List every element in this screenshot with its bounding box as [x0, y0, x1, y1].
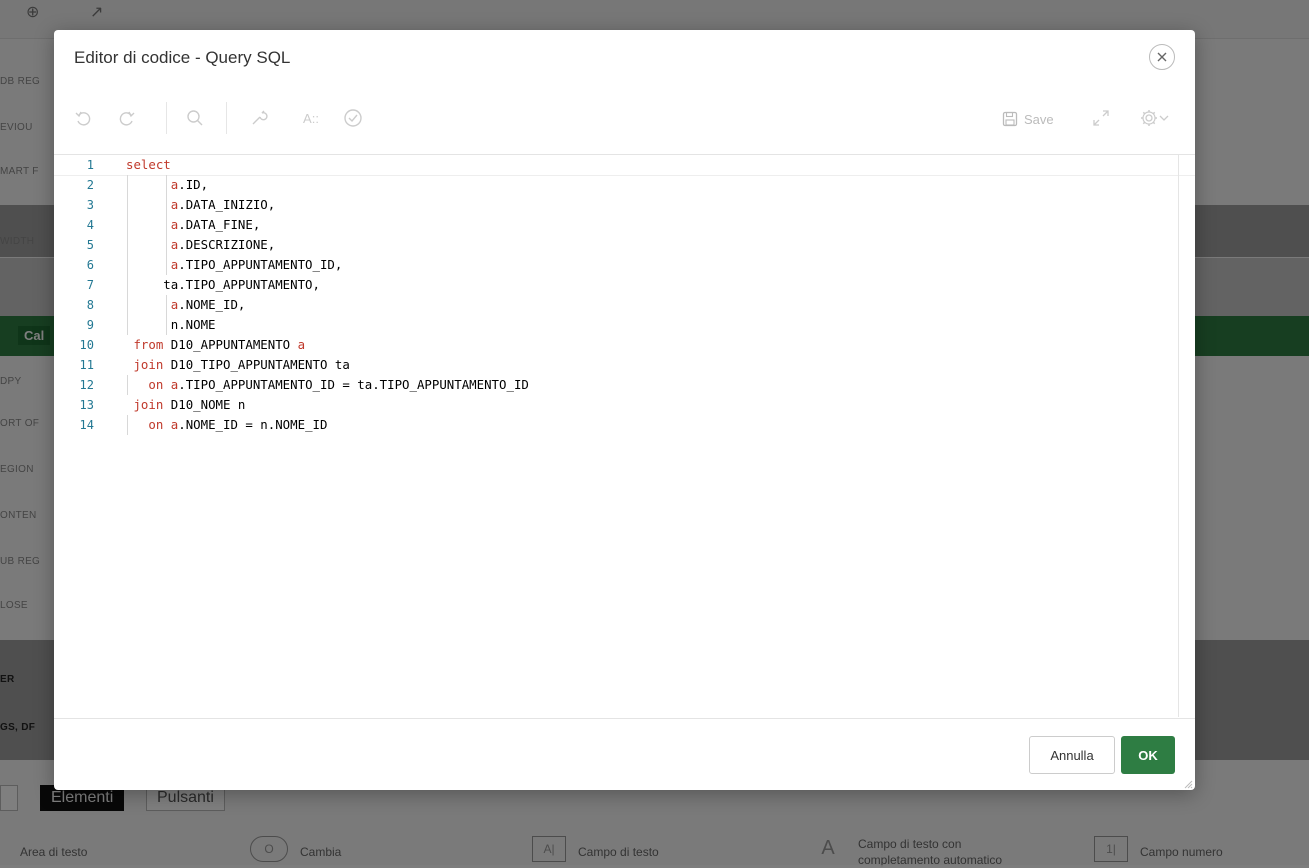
close-icon	[1157, 52, 1167, 62]
settings-button[interactable]	[1132, 104, 1176, 132]
line-number: 3	[86, 198, 94, 212]
code-line: a.ID,	[170, 177, 209, 192]
code-editor[interactable]: 1 2 3 4 5 6 7 8 9 10 11 12 13 14 select …	[54, 155, 1195, 717]
code-line: a.DESCRIZIONE,	[170, 237, 276, 252]
redo-button[interactable]	[112, 104, 142, 132]
code-line: a.DATA_INIZIO,	[170, 197, 276, 212]
line-number: 9	[86, 318, 94, 332]
toolbar-separator	[166, 102, 167, 134]
search-icon	[187, 110, 203, 126]
code-line: a.NOME_ID,	[170, 297, 246, 312]
line-number: 8	[86, 298, 94, 312]
dialog-title: Editor di codice - Query SQL	[74, 48, 291, 67]
line-number: 1	[86, 158, 94, 172]
validate-button[interactable]	[338, 104, 368, 132]
code-line: join D10_TIPO_APPUNTAMENTO ta	[133, 357, 350, 372]
close-button[interactable]	[1149, 44, 1175, 70]
resize-handle-icon[interactable]	[1183, 779, 1193, 789]
code-line: a.TIPO_APPUNTAMENTO_ID,	[170, 257, 343, 272]
cancel-button[interactable]: Annulla	[1029, 736, 1115, 774]
code-line: n.NOME	[126, 317, 216, 332]
save-label: Save	[1024, 111, 1054, 127]
line-number: 7	[86, 278, 94, 292]
line-number: 5	[86, 238, 94, 252]
code-line: join D10_NOME n	[133, 397, 246, 412]
chevron-down-icon	[1159, 115, 1169, 121]
code-line: select	[126, 157, 171, 172]
dialog-footer: Annulla OK	[54, 718, 1195, 790]
line-number: 6	[86, 258, 94, 272]
gear-icon	[1141, 110, 1157, 126]
undo-button[interactable]	[68, 104, 98, 132]
format-button[interactable]: A::	[294, 104, 328, 132]
line-number: 2	[86, 178, 94, 192]
save-icon	[1002, 111, 1018, 127]
line-number: 10	[79, 338, 94, 352]
current-line-highlight	[54, 155, 1195, 176]
code-line: on a.NOME_ID = n.NOME_ID	[148, 417, 328, 432]
line-number: 4	[86, 218, 94, 232]
line-number: 13	[79, 398, 94, 412]
toolbar-separator	[226, 102, 227, 134]
expand-icon	[1093, 110, 1109, 126]
undo-icon	[75, 111, 91, 126]
format-label: A::	[303, 110, 319, 126]
wrench-icon	[252, 110, 268, 125]
save-button[interactable]: Save	[1002, 107, 1054, 131]
search-button[interactable]	[180, 104, 210, 132]
code-line: from D10_APPUNTAMENTO a	[133, 337, 306, 352]
line-number: 11	[79, 358, 94, 372]
editor-toolbar: A:: Save	[54, 90, 1195, 155]
fullscreen-button[interactable]	[1086, 104, 1116, 132]
wrench-button[interactable]	[244, 104, 274, 132]
code-line: on a.TIPO_APPUNTAMENTO_ID = ta.TIPO_APPU…	[148, 377, 529, 392]
line-number: 14	[79, 418, 94, 432]
code-editor-dialog: Editor di codice - Query SQL A:: Save 1 …	[54, 30, 1195, 790]
redo-icon	[119, 111, 135, 126]
code-line: ta.TIPO_APPUNTAMENTO,	[126, 277, 320, 292]
ok-button[interactable]: OK	[1121, 736, 1175, 774]
check-circle-icon	[344, 109, 362, 127]
editor-scrollbar[interactable]	[1178, 155, 1179, 717]
line-number: 12	[79, 378, 94, 392]
code-line: a.DATA_FINE,	[170, 217, 261, 232]
